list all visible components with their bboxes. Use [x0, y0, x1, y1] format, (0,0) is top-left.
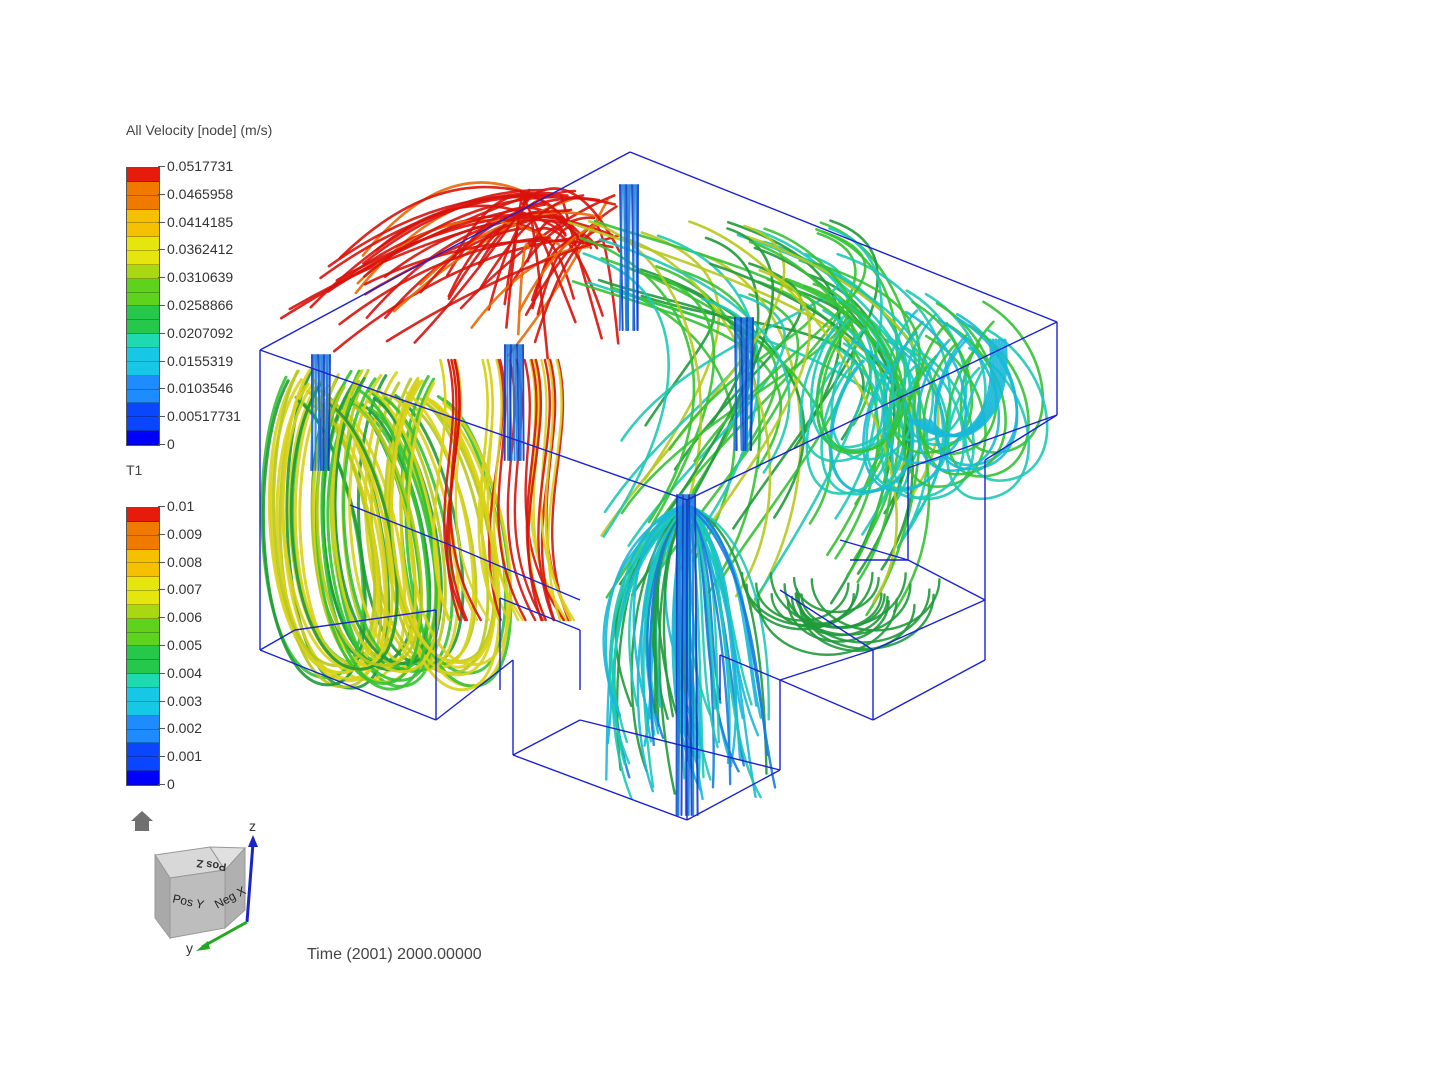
frame-edge [449, 544, 581, 601]
frame-edge [512, 719, 581, 756]
streamline [632, 184, 635, 331]
streamline [506, 344, 510, 461]
frame-edge [629, 151, 1058, 323]
frame-edge [512, 754, 688, 821]
streamline [327, 354, 331, 471]
y-axis-label: y [186, 940, 193, 956]
time-readout: Time (2001) 2000.00000 [307, 946, 482, 963]
frame-edge [872, 659, 986, 721]
frame-edge [259, 629, 296, 651]
streamline [314, 354, 317, 471]
z-axis-icon [245, 842, 255, 923]
streamlines [260, 181, 1049, 816]
frame-edge [779, 679, 874, 721]
frame-edge [907, 559, 986, 601]
streamline [516, 243, 530, 336]
orientation-cube[interactable]: Pos Z Pos Y Neg X z y [130, 815, 280, 965]
streamline [508, 344, 512, 461]
z-axis-label: z [249, 818, 256, 834]
